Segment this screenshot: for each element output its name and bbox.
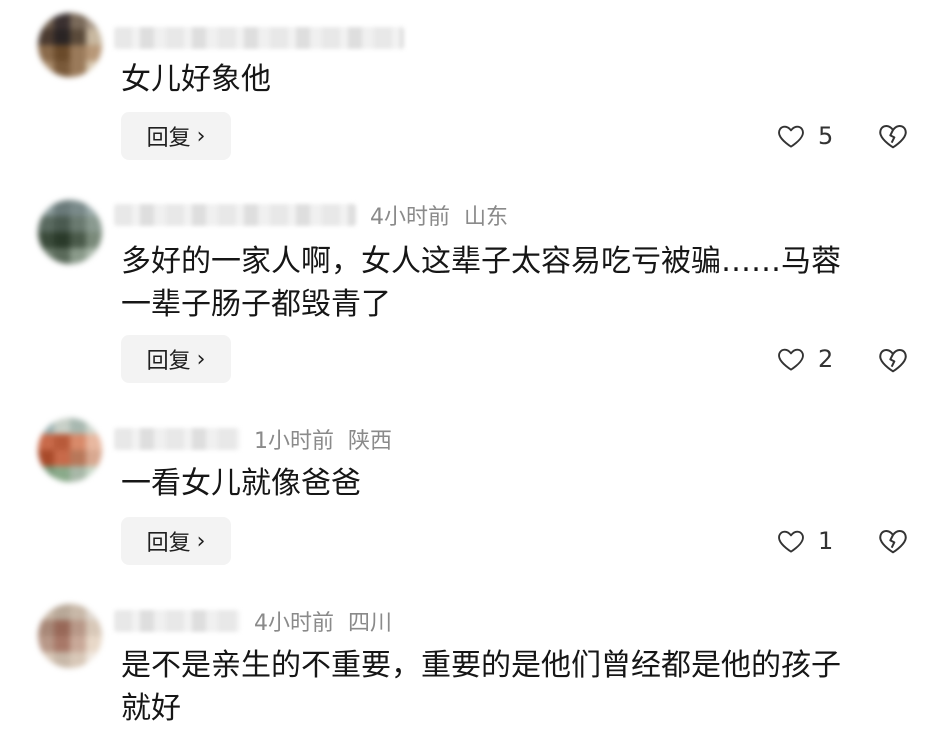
heart-outline-icon xyxy=(778,125,804,148)
like-count: 2 xyxy=(818,345,834,373)
broken-heart-icon[interactable] xyxy=(877,525,909,557)
username[interactable] xyxy=(114,27,404,49)
reply-button[interactable]: 回复 › xyxy=(121,335,231,383)
broken-heart-icon[interactable] xyxy=(877,344,909,376)
chevron-right-icon: › xyxy=(196,346,206,372)
comment-meta: 4小时前 四川 xyxy=(114,607,393,636)
avatar[interactable] xyxy=(38,418,102,482)
comment-location: 陕西 xyxy=(348,429,393,454)
username[interactable] xyxy=(114,610,240,632)
comment-time: 4小时前 xyxy=(254,611,334,636)
like-count: 5 xyxy=(818,122,834,150)
comment-text: 是不是亲生的不重要，重要的是他们曾经都是他的孩子 就好 xyxy=(121,648,841,726)
comment-text: 多好的一家人啊，女人这辈子太容易吃亏被骗……马蓉 一辈子肠子都毁青了 xyxy=(121,244,841,322)
comment-meta: 1小时前 陕西 xyxy=(114,425,393,454)
avatar[interactable] xyxy=(38,13,102,77)
comment-text: 女儿好象他 xyxy=(121,62,271,97)
chevron-right-icon: › xyxy=(196,528,206,554)
broken-heart-icon[interactable] xyxy=(877,120,909,152)
username[interactable] xyxy=(114,204,356,226)
like-button[interactable]: 2 xyxy=(776,339,833,379)
like-count: 1 xyxy=(818,527,834,555)
heart-outline-icon xyxy=(778,348,804,371)
avatar[interactable] xyxy=(38,604,102,668)
comment-location: 山东 xyxy=(464,205,509,230)
like-button[interactable]: 5 xyxy=(776,116,833,156)
reply-button[interactable]: 回复 › xyxy=(121,112,231,160)
comment-meta: 4小时前 山东 xyxy=(114,201,509,230)
username[interactable] xyxy=(114,428,240,450)
reply-label: 回复 xyxy=(146,126,191,151)
comment-location: 四川 xyxy=(348,611,393,636)
comment-time: 1小时前 xyxy=(254,429,334,454)
comment-text: 一看女儿就像爸爸 xyxy=(121,466,361,501)
comment-meta xyxy=(114,24,404,52)
reply-label: 回复 xyxy=(146,531,191,556)
chevron-right-icon: › xyxy=(196,123,206,149)
avatar[interactable] xyxy=(38,200,102,264)
comment-time: 4小时前 xyxy=(370,205,450,230)
heart-outline-icon xyxy=(778,530,804,553)
like-button[interactable]: 1 xyxy=(776,521,833,561)
reply-label: 回复 xyxy=(146,349,191,374)
reply-button[interactable]: 回复 › xyxy=(121,517,231,565)
